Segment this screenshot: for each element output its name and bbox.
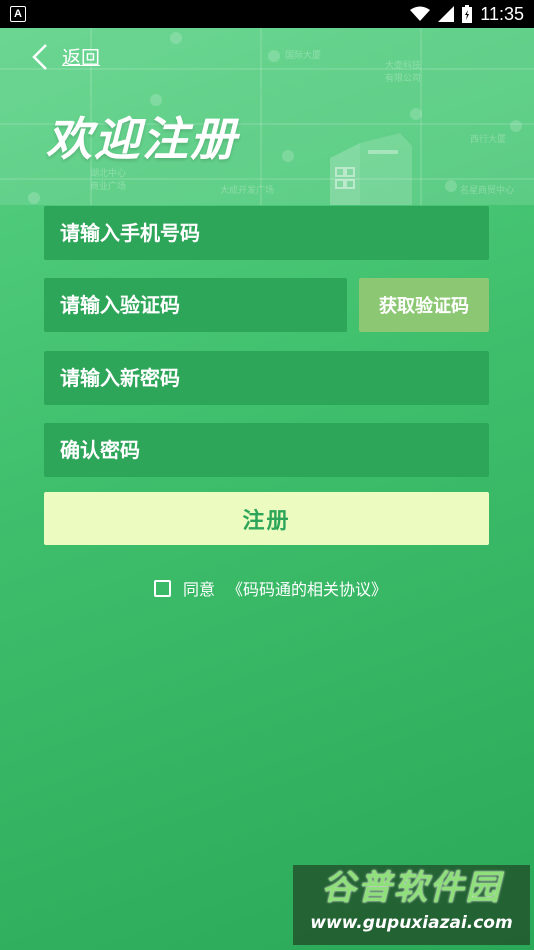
register-button[interactable]: 注册: [44, 492, 489, 545]
agree-label: 同意: [183, 580, 216, 599]
new-password-field[interactable]: [44, 351, 489, 405]
status-time: 11:35: [480, 4, 524, 24]
confirm-password-field[interactable]: [44, 423, 489, 477]
get-code-button[interactable]: 获取验证码: [359, 278, 489, 332]
phone-input[interactable]: [44, 206, 489, 260]
agree-checkbox[interactable]: [154, 579, 171, 597]
watermark-url: www.gupuxiazai.com: [310, 913, 513, 933]
agreement-link[interactable]: 《码码通的相关协议》: [227, 576, 387, 600]
status-bar: A 11:35: [0, 0, 534, 28]
watermark-title: 谷普软件园: [321, 868, 502, 908]
code-input[interactable]: [44, 278, 347, 332]
signal-icon: [438, 6, 455, 22]
building-illustration: [330, 133, 412, 205]
battery-icon: [462, 5, 473, 23]
code-field[interactable]: [44, 278, 347, 332]
status-icons: 11:35: [410, 3, 524, 25]
confirm-password-input[interactable]: [44, 423, 489, 477]
app-notification-icon: A: [10, 6, 26, 22]
wifi-icon: [410, 6, 431, 21]
new-password-input[interactable]: [44, 351, 489, 405]
phone-field[interactable]: [44, 206, 489, 260]
chevron-left-icon: [32, 43, 47, 70]
back-label[interactable]: 返回: [62, 43, 100, 70]
page-title: 欢迎注册: [46, 112, 238, 166]
back-button[interactable]: 返回: [32, 43, 100, 70]
agreement-row: 同意 《码码通的相关协议》: [154, 576, 387, 600]
watermark: 谷普软件园 www.gupuxiazai.com: [293, 865, 530, 945]
